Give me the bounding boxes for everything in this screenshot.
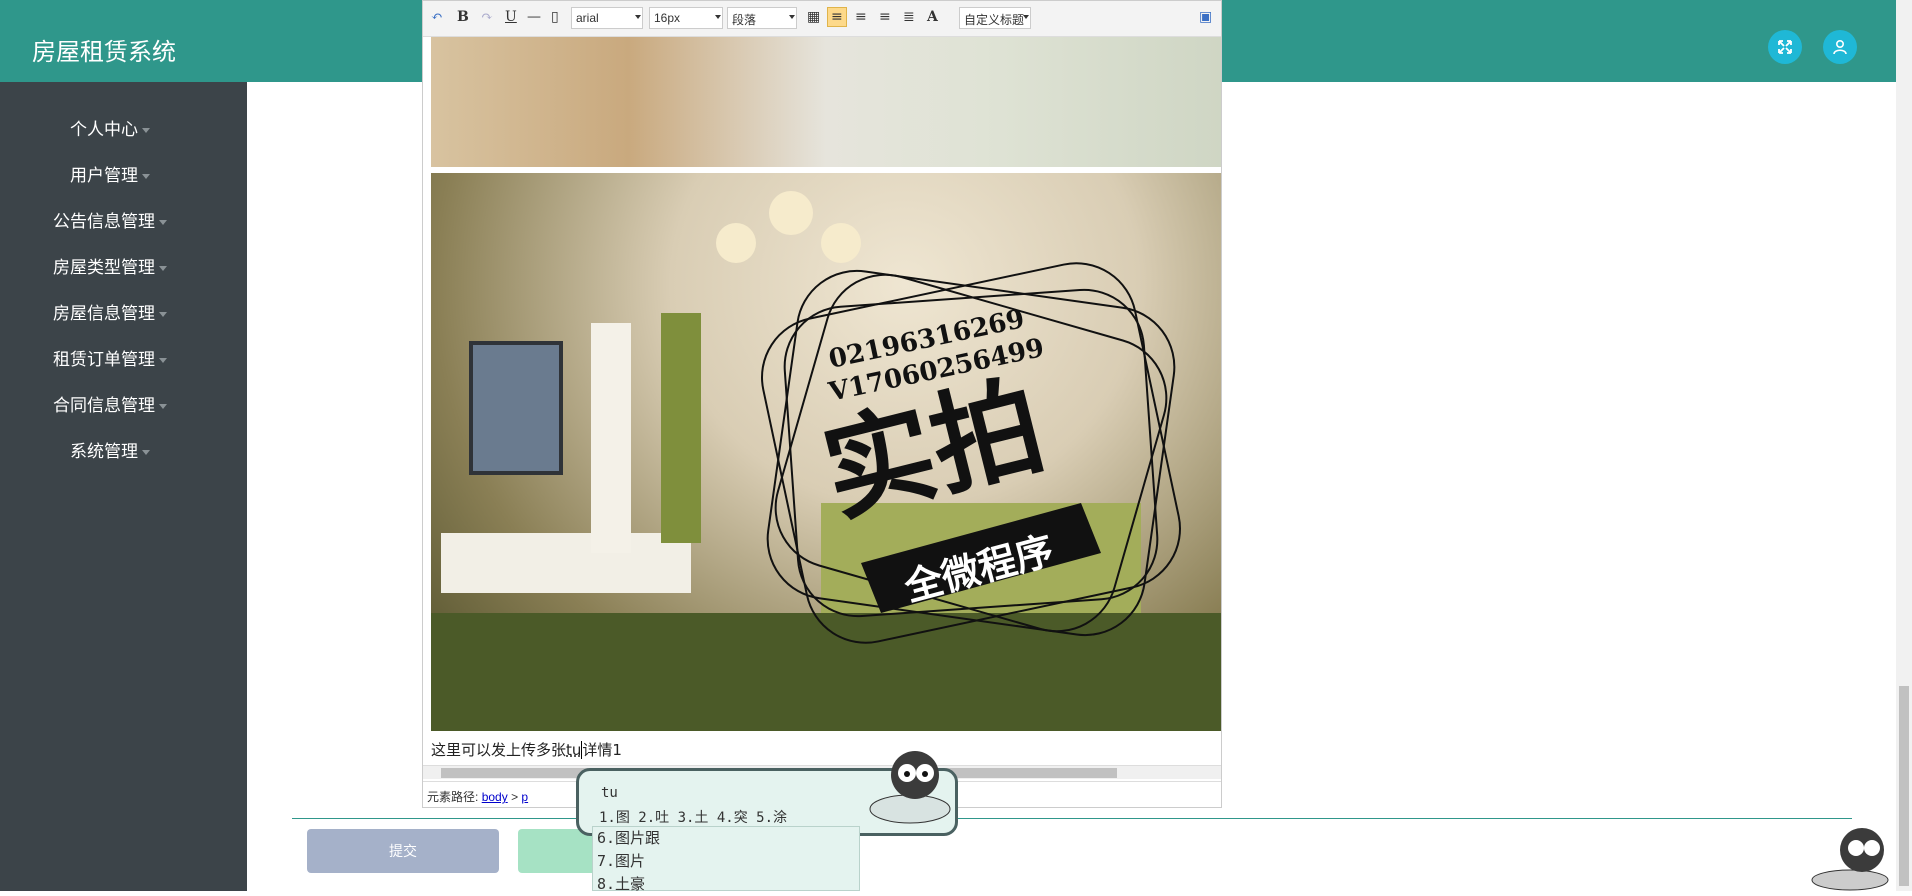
sidebar-item-house-type-management[interactable]: 房屋类型管理 <box>0 253 220 278</box>
paragraph-select[interactable]: 段落 <box>727 7 797 29</box>
chevron-down-icon <box>159 219 167 225</box>
sidebar-item-contract-management[interactable]: 合同信息管理 <box>0 391 220 416</box>
ime-candidate-item[interactable]: 7.图片 <box>593 850 859 873</box>
room-photo-2: 02196316269 V17060256499 实拍 全微程序 <box>431 173 1221 731</box>
sidebar: 个人中心 用户管理 公告信息管理 房屋类型管理 房屋信息管理 租赁订单管理 合同… <box>0 82 247 891</box>
path-p-link[interactable]: p <box>521 790 528 804</box>
ime-candidates[interactable]: 1.图 2.吐 3.土 4.突 5.涂 <box>599 807 787 827</box>
chevron-down-icon <box>159 357 167 363</box>
document-icon[interactable]: ▯ <box>551 9 559 25</box>
room-photo-1 <box>431 37 1221 167</box>
user-menu-button[interactable] <box>1823 30 1857 64</box>
submit-button[interactable]: 提交 <box>307 829 499 873</box>
ime-candidate-item[interactable]: 8.土豪 <box>593 873 859 896</box>
editor-paragraph[interactable]: 这里可以发上传多张tu详情1 <box>431 739 622 760</box>
chevron-down-icon <box>159 311 167 317</box>
font-size-select[interactable]: 16px <box>649 7 723 29</box>
sidebar-item-system-management[interactable]: 系统管理 <box>0 437 220 462</box>
chevron-down-icon <box>142 449 150 455</box>
fullscreen-button[interactable] <box>1768 30 1802 64</box>
expand-icon <box>1778 40 1792 54</box>
table-icon[interactable]: ▦ <box>807 9 820 25</box>
page-vertical-scrollbar[interactable] <box>1896 0 1912 891</box>
ime-candidate-list[interactable]: 6.图片跟 7.图片 8.土豪 <box>592 826 860 893</box>
form-divider <box>292 818 1852 819</box>
align-right-icon[interactable]: ≡ <box>879 9 891 25</box>
custom-title-select[interactable]: 自定义标题 <box>959 7 1031 29</box>
font-color-button[interactable]: A <box>927 9 938 25</box>
bold-button[interactable]: B <box>457 9 469 25</box>
ime-candidate-item[interactable]: 6.图片跟 <box>593 827 859 850</box>
chevron-down-icon <box>142 173 150 179</box>
chevron-down-icon <box>159 403 167 409</box>
path-body-link[interactable]: body <box>482 790 508 804</box>
chevron-down-icon <box>159 265 167 271</box>
underline-button[interactable]: U <box>505 9 517 25</box>
chevron-down-icon <box>142 127 150 133</box>
ime-mascot-icon <box>869 751 951 824</box>
sidebar-item-notice-management[interactable]: 公告信息管理 <box>0 207 220 232</box>
sidebar-item-personal-center[interactable]: 个人中心 <box>0 115 220 140</box>
align-center-icon[interactable]: ≡ <box>855 9 867 25</box>
mascot-icon <box>1811 828 1889 891</box>
sidebar-item-rental-order-management[interactable]: 租赁订单管理 <box>0 345 220 370</box>
preview-icon[interactable]: ▣ <box>1199 9 1212 25</box>
align-left-icon[interactable]: ≡ <box>827 7 847 27</box>
redo-icon[interactable]: ↷ <box>481 9 493 25</box>
ime-composition: tu <box>601 785 618 801</box>
font-family-select[interactable]: arial <box>571 7 643 29</box>
horizontal-rule-icon[interactable]: — <box>527 9 541 25</box>
scrollbar-thumb[interactable] <box>1899 686 1909 886</box>
rich-text-editor[interactable]: ↶ B ↷ U — ▯ arial 16px 段落 ▦ ≡ ≡ ≡ ≣ A 自定… <box>422 0 1222 808</box>
editor-toolbar: ↶ B ↷ U — ▯ arial 16px 段落 ▦ ≡ ≡ ≡ ≣ A 自定… <box>423 1 1221 37</box>
user-icon <box>1833 39 1847 55</box>
undo-icon[interactable]: ↶ <box>431 9 443 25</box>
sidebar-item-user-management[interactable]: 用户管理 <box>0 161 220 186</box>
align-justify-icon[interactable]: ≣ <box>903 9 915 25</box>
sidebar-item-house-info-management[interactable]: 房屋信息管理 <box>0 299 220 324</box>
room-illustration: 02196316269 V17060256499 实拍 全微程序 <box>431 191 1221 731</box>
app-title: 房屋租赁系统 <box>32 38 176 66</box>
